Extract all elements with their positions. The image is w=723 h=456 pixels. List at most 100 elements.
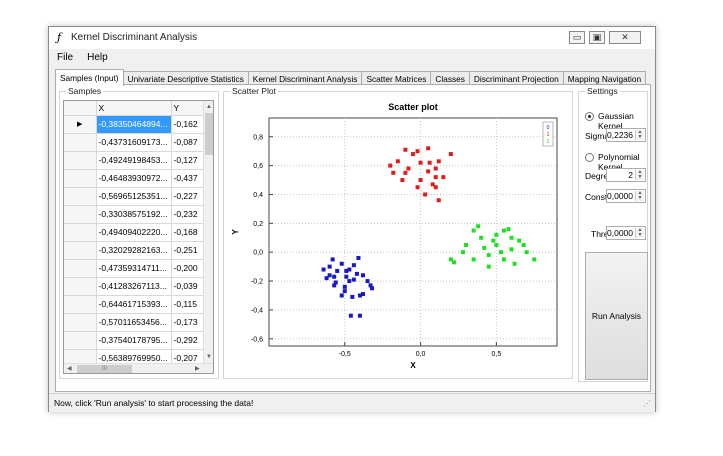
- table-row[interactable]: -0,47359314711... -0,200: [64, 259, 204, 278]
- data-point: [433, 166, 438, 171]
- cell-x[interactable]: -0,64461715393...: [96, 295, 172, 314]
- scroll-up-icon[interactable]: ▲: [206, 103, 212, 111]
- stepper-arrows-icon[interactable]: ▲ ▼: [635, 191, 644, 201]
- threshold-value[interactable]: 0,0000: [607, 228, 633, 238]
- data-point: [427, 160, 432, 165]
- column-header-y[interactable]: Y: [171, 101, 204, 116]
- cell-x[interactable]: -0,38350464894...: [96, 115, 172, 134]
- cell-x[interactable]: -0,49409402220...: [96, 223, 172, 242]
- scroll-down-icon[interactable]: ▼: [206, 353, 212, 361]
- sigma-value[interactable]: 0,2236: [607, 130, 633, 140]
- scroll-right-icon[interactable]: ▶: [195, 365, 200, 373]
- constant-value[interactable]: 0,0000: [607, 191, 633, 201]
- cell-y[interactable]: -0,087: [171, 133, 204, 152]
- row-header[interactable]: [64, 313, 97, 332]
- grid-header-row: X Y: [64, 101, 204, 116]
- cell-y[interactable]: -0,232: [171, 205, 204, 224]
- grid-vertical-scroll-thumb[interactable]: [205, 113, 213, 155]
- table-row[interactable]: -0,46483930972... -0,437: [64, 169, 204, 188]
- cell-y[interactable]: -0,039: [171, 277, 204, 296]
- scroll-left-icon[interactable]: ◀: [67, 365, 72, 373]
- cell-x[interactable]: -0,46483930972...: [96, 169, 172, 188]
- table-row[interactable]: -0,37540178795... -0,292: [64, 331, 204, 350]
- stepper-arrows-icon[interactable]: ▲ ▼: [635, 170, 644, 180]
- grid-horizontal-scroll-thumb[interactable]: III: [77, 365, 132, 373]
- polynomial-kernel-radio[interactable]: [585, 153, 594, 162]
- cell-y[interactable]: -0,168: [171, 223, 204, 242]
- close-button[interactable]: ✕: [609, 31, 641, 44]
- samples-grid[interactable]: X Y ▶ -0,38350464894... -0,162 -0,437316091…: [63, 100, 214, 374]
- row-header[interactable]: [64, 241, 97, 260]
- table-row[interactable]: -0,49249198453... -0,127: [64, 151, 204, 170]
- cell-x[interactable]: -0,43731609173...: [96, 133, 172, 152]
- cell-x[interactable]: -0,57011653456...: [96, 313, 172, 332]
- status-text: Now, click 'Run analysis' to start proce…: [54, 398, 254, 408]
- cell-x[interactable]: -0,33038575192...: [96, 205, 172, 224]
- cell-y[interactable]: -0,115: [171, 295, 204, 314]
- menu-help[interactable]: Help: [79, 49, 114, 65]
- run-analysis-button[interactable]: Run Analysis: [585, 252, 648, 380]
- stepper-arrows-icon[interactable]: ▲ ▼: [635, 130, 644, 140]
- grid-horizontal-scrollbar[interactable]: ◀ III ▶: [64, 363, 213, 373]
- cell-y[interactable]: -0,173: [171, 313, 204, 332]
- table-row[interactable]: -0,57011653456... -0,173: [64, 313, 204, 332]
- menu-file[interactable]: File: [49, 49, 79, 65]
- maximize-button[interactable]: ▣: [589, 31, 605, 44]
- cell-x[interactable]: -0,49249198453...: [96, 151, 172, 170]
- threshold-stepper[interactable]: 0,0000 ▲ ▼: [606, 226, 646, 240]
- y-tick-label: 0,8: [253, 134, 263, 141]
- settings-group-label: Settings: [585, 86, 620, 96]
- gaussian-kernel-radio[interactable]: [585, 112, 594, 121]
- tab-samples-input[interactable]: Samples (Input): [55, 69, 124, 86]
- menu-bar: File Help: [49, 49, 655, 67]
- minimize-button[interactable]: ▭: [569, 31, 585, 44]
- cell-x[interactable]: -0,47359314711...: [96, 259, 172, 278]
- cell-x[interactable]: -0,41283267113...: [96, 277, 172, 296]
- cell-y[interactable]: -0,127: [171, 151, 204, 170]
- cell-y[interactable]: -0,251: [171, 241, 204, 260]
- row-header[interactable]: [64, 331, 97, 350]
- row-header[interactable]: [64, 205, 97, 224]
- y-tick-label: -0,6: [251, 336, 263, 343]
- row-header[interactable]: [64, 223, 97, 242]
- table-row[interactable]: ▶ -0,38350464894... -0,162: [64, 115, 204, 134]
- row-header[interactable]: [64, 151, 97, 170]
- table-row[interactable]: -0,43731609173... -0,087: [64, 133, 204, 152]
- cell-y[interactable]: -0,162: [171, 115, 204, 134]
- legend-entry: 1: [546, 132, 549, 138]
- row-header[interactable]: ▶: [64, 115, 97, 134]
- row-header[interactable]: [64, 169, 97, 188]
- grid-vertical-scrollbar[interactable]: ▲ ▼: [203, 101, 213, 363]
- data-point: [494, 232, 499, 237]
- column-header-x[interactable]: X: [96, 101, 172, 116]
- table-row[interactable]: -0,49409402220... -0,168: [64, 223, 204, 242]
- cell-y[interactable]: -0,292: [171, 331, 204, 350]
- samples-tab-panel: Samples X Y ▶ -0,38350464894... -0,162 -0,4…: [55, 84, 651, 392]
- degree-stepper[interactable]: 2 ▲ ▼: [606, 168, 646, 182]
- cell-y[interactable]: -0,200: [171, 259, 204, 278]
- cell-y[interactable]: -0,437: [171, 169, 204, 188]
- resize-grip-icon[interactable]: ⋰: [643, 399, 651, 408]
- row-header[interactable]: [64, 295, 97, 314]
- row-header[interactable]: [64, 187, 97, 206]
- row-header[interactable]: [64, 259, 97, 278]
- table-row[interactable]: -0,33038575192... -0,232: [64, 205, 204, 224]
- table-row[interactable]: -0,41283267113... -0,039: [64, 277, 204, 296]
- table-row[interactable]: -0,32029282163... -0,251: [64, 241, 204, 260]
- sigma-stepper[interactable]: 0,2236 ▲ ▼: [606, 128, 646, 142]
- constant-stepper[interactable]: 0,0000 ▲ ▼: [606, 189, 646, 203]
- data-point: [344, 274, 349, 279]
- table-row[interactable]: -0,56965125351... -0,227: [64, 187, 204, 206]
- table-row[interactable]: -0,64461715393... -0,115: [64, 295, 204, 314]
- data-point: [403, 170, 408, 175]
- cell-y[interactable]: -0,227: [171, 187, 204, 206]
- cell-x[interactable]: -0,37540178795...: [96, 331, 172, 350]
- data-point: [486, 253, 491, 258]
- data-point: [356, 255, 361, 260]
- row-header[interactable]: [64, 133, 97, 152]
- row-header[interactable]: [64, 277, 97, 296]
- cell-x[interactable]: -0,56965125351...: [96, 187, 172, 206]
- cell-x[interactable]: -0,32029282163...: [96, 241, 172, 260]
- degree-value[interactable]: 2: [628, 170, 633, 180]
- stepper-arrows-icon[interactable]: ▲ ▼: [635, 228, 644, 238]
